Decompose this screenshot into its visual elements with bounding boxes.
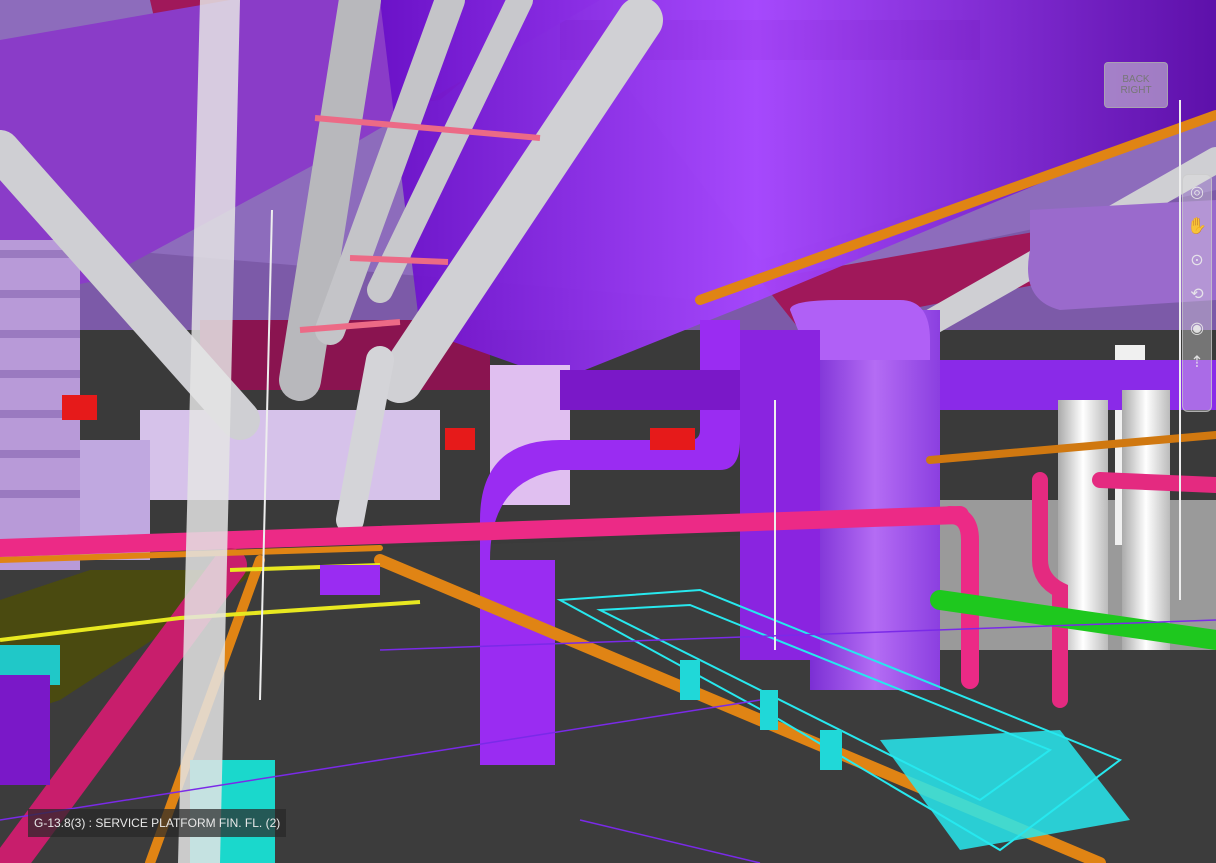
viewcube-widget[interactable]: BACK RIGHT [1104,62,1168,108]
orbit-icon[interactable]: ⟲ [1186,283,1208,305]
walk-icon[interactable]: ⇡ [1186,351,1208,373]
level-label: G-13.8(3) : SERVICE PLATFORM FIN. FL. (2… [28,809,287,837]
steering-wheel-icon[interactable]: ◎ [1186,181,1208,203]
pan-hand-icon[interactable]: ✋ [1186,215,1208,237]
bim-3d-scene[interactable] [0,0,1216,863]
grey-duct-branch [140,410,440,500]
floor-equipment [0,675,50,785]
viewcube-face-top[interactable]: BACK [1122,74,1149,86]
duct-drop-box [320,565,380,595]
look-icon[interactable]: ◉ [1186,317,1208,339]
viewcube-face-right[interactable]: RIGHT [1120,85,1151,97]
navigation-bar: ◎ ✋ ⊙ ⟲ ◉ ⇡ [1182,174,1212,412]
zoom-icon[interactable]: ⊙ [1186,249,1208,271]
3d-viewport[interactable]: BACK RIGHT ◎ ✋ ⊙ ⟲ ◉ ⇡ G-13.8(3) : SERVI… [0,0,1216,863]
